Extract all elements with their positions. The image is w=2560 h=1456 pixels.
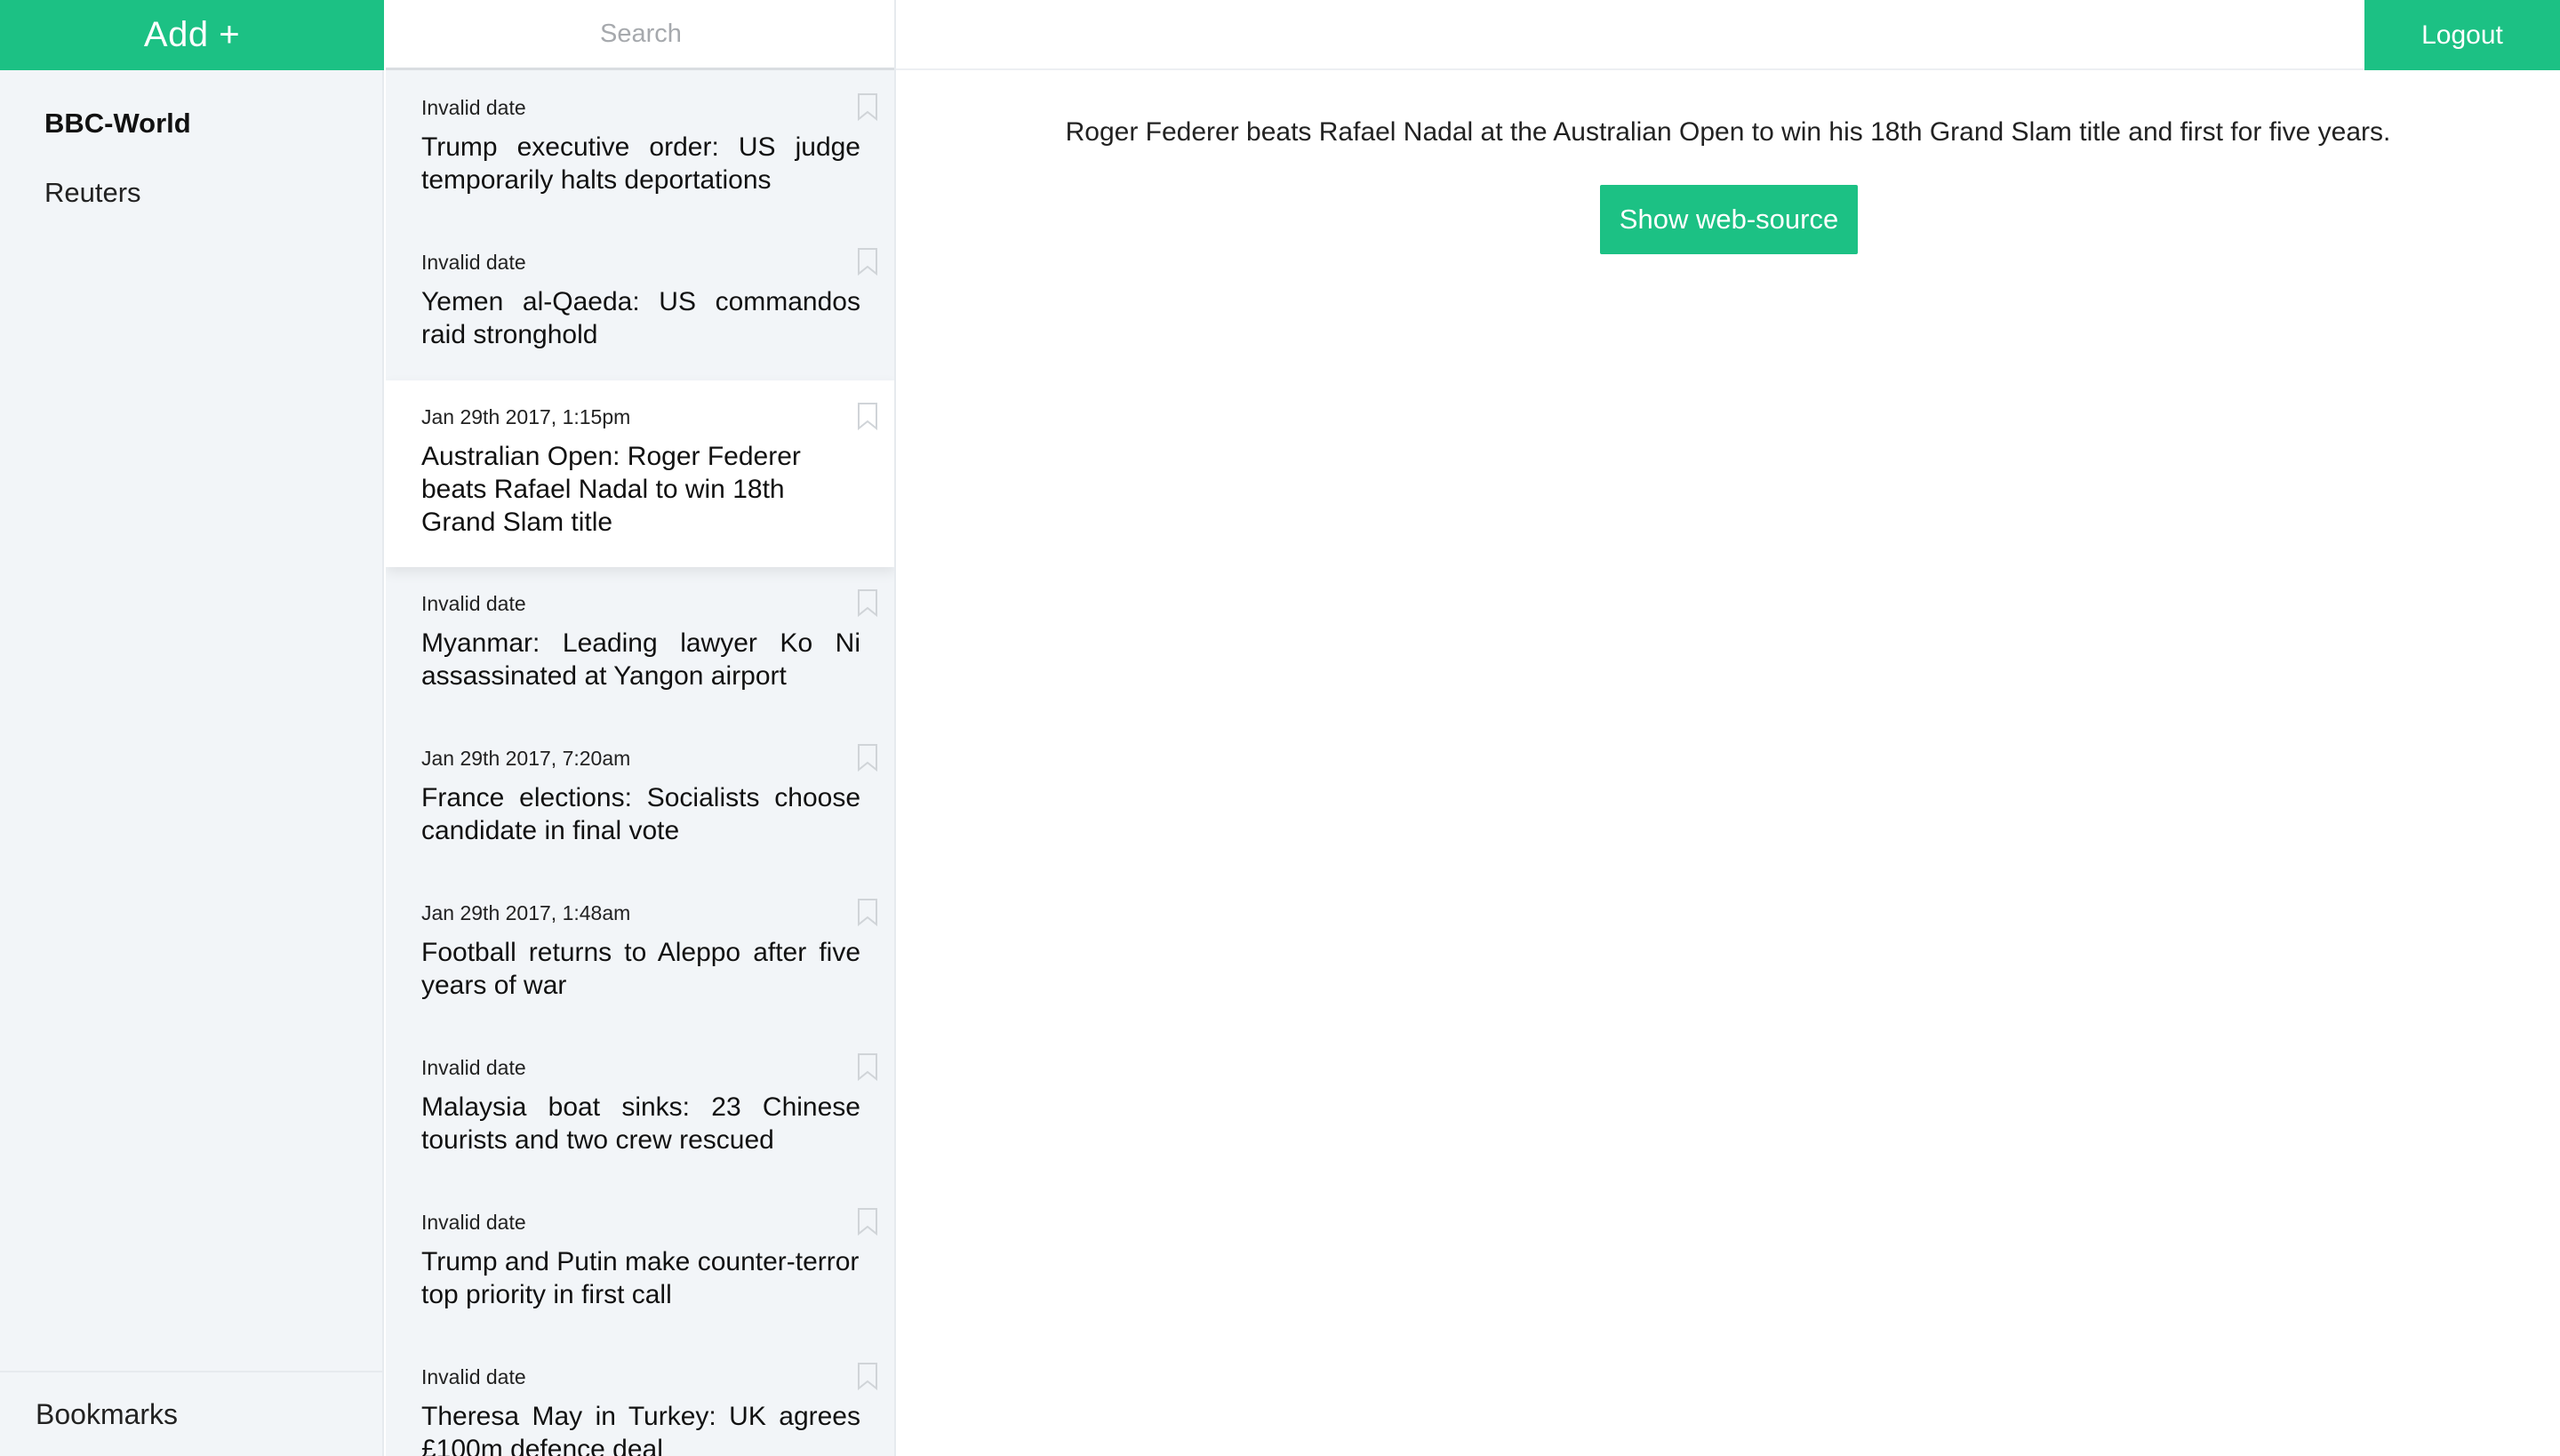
feed-item-bbc-world[interactable]: BBC-World [0, 89, 384, 158]
article-item[interactable]: Jan 29th 2017, 7:20am France elections: … [386, 722, 894, 876]
article-date: Invalid date [421, 1365, 526, 1388]
article-item[interactable]: Invalid date Myanmar: Leading lawyer Ko … [386, 567, 894, 722]
article-title: France elections: Socialists choose cand… [421, 783, 860, 845]
search-bar [386, 0, 894, 70]
article-title: Trump executive order: US judge temporar… [421, 132, 860, 195]
bookmark-icon[interactable] [857, 1362, 878, 1390]
article-title: Myanmar: Leading lawyer Ko Ni assassinat… [421, 628, 860, 691]
article-item[interactable]: Invalid date Malaysia boat sinks: 23 Chi… [386, 1031, 894, 1186]
article-title: Trump and Putin make counter-terror top … [421, 1247, 860, 1309]
bookmark-icon[interactable] [857, 1052, 878, 1081]
article-date: Jan 29th 2017, 1:15pm [421, 405, 631, 428]
article-item[interactable]: Invalid date Trump executive order: US j… [386, 71, 894, 226]
article-date: Invalid date [421, 1056, 526, 1079]
article-title: Theresa May in Turkey: UK agrees £100m d… [421, 1402, 860, 1456]
bookmark-icon[interactable] [857, 402, 878, 430]
top-bar: Logout [896, 0, 2560, 70]
bookmark-icon[interactable] [857, 743, 878, 772]
feed-list: BBC-World Reuters [0, 89, 384, 228]
feeds-sidebar: Add + BBC-World Reuters Bookmarks [0, 0, 384, 1456]
logout-button[interactable]: Logout [2364, 0, 2560, 70]
bookmark-icon[interactable] [857, 588, 878, 617]
article-title: Australian Open: Roger Federer beats Raf… [421, 442, 801, 537]
bookmark-icon[interactable] [857, 92, 878, 121]
article-date: Jan 29th 2017, 1:48am [421, 901, 631, 924]
article-title: Malaysia boat sinks: 23 Chinese tourists… [421, 1092, 860, 1155]
feed-item-reuters[interactable]: Reuters [0, 158, 384, 228]
add-feed-button[interactable]: Add + [0, 0, 384, 70]
article-date: Invalid date [421, 96, 526, 119]
article-detail: Logout Roger Federer beats Rafael Nadal … [896, 0, 2560, 1456]
bookmark-icon[interactable] [857, 1207, 878, 1236]
article-item-selected[interactable]: Jan 29th 2017, 1:15pm Australian Open: R… [386, 380, 894, 567]
article-date: Invalid date [421, 251, 526, 274]
article-list-panel: Invalid date Trump executive order: US j… [386, 0, 896, 1456]
bookmarks-link[interactable]: Bookmarks [0, 1371, 384, 1456]
bookmark-icon[interactable] [857, 898, 878, 926]
article-date: Jan 29th 2017, 7:20am [421, 747, 631, 770]
article-date: Invalid date [421, 1211, 526, 1234]
show-web-source-button[interactable]: Show web-source [1600, 185, 1858, 254]
article-title: Football returns to Aleppo after five ye… [421, 938, 860, 1000]
article-item[interactable]: Invalid date Trump and Putin make counte… [386, 1186, 894, 1340]
article-item[interactable]: Invalid date Theresa May in Turkey: UK a… [386, 1340, 894, 1456]
bookmark-icon[interactable] [857, 247, 878, 276]
search-input[interactable] [386, 0, 894, 68]
article-item[interactable]: Invalid date Yemen al-Qaeda: US commando… [386, 226, 894, 380]
article-date: Invalid date [421, 592, 526, 615]
article-list: Invalid date Trump executive order: US j… [386, 71, 894, 1456]
article-title: Yemen al-Qaeda: US commandos raid strong… [421, 287, 860, 349]
article-item[interactable]: Jan 29th 2017, 1:48am Football returns t… [386, 876, 894, 1031]
article-summary: Roger Federer beats Rafael Nadal at the … [1065, 117, 2391, 147]
app-root: Add + BBC-World Reuters Bookmarks Invali… [0, 0, 2560, 1456]
